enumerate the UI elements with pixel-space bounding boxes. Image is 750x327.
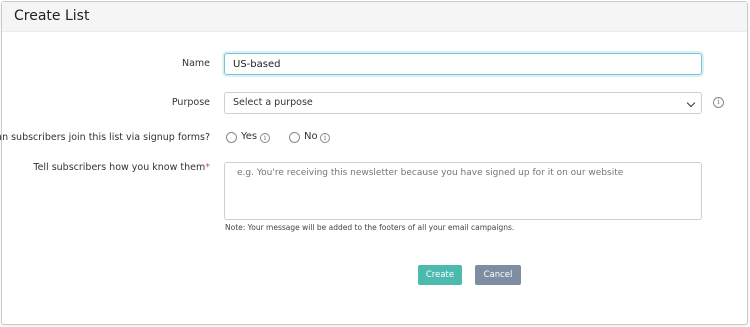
create-button[interactable]: Create xyxy=(418,265,462,285)
reminder-label-text: Tell subscribers how you know them xyxy=(33,162,206,173)
yes-info-icon[interactable]: i xyxy=(260,133,270,143)
reminder-note: Note: Your message will be added to the … xyxy=(225,223,515,232)
purpose-select[interactable]: Select a purpose xyxy=(224,92,702,114)
signup-label: Can subscribers join this list via signu… xyxy=(0,132,210,143)
required-mark: * xyxy=(205,162,210,173)
reminder-textarea[interactable] xyxy=(224,162,702,220)
reminder-label: Tell subscribers how you know them* xyxy=(33,162,210,173)
cancel-button[interactable]: Cancel xyxy=(475,265,521,285)
purpose-label: Purpose xyxy=(171,97,210,108)
info-icon[interactable]: i xyxy=(713,97,724,108)
create-list-dialog: Create List Name Purpose Select a purpos… xyxy=(0,1,748,325)
purpose-selected-value: Select a purpose xyxy=(233,97,313,108)
signup-no-label[interactable]: No xyxy=(304,131,318,142)
dialog-header: Create List xyxy=(2,2,747,32)
no-info-icon[interactable]: i xyxy=(320,133,330,143)
name-label: Name xyxy=(181,58,210,69)
dialog-title: Create List xyxy=(14,8,90,24)
name-input[interactable] xyxy=(224,53,702,75)
signup-no-radio[interactable] xyxy=(289,132,300,143)
chevron-down-icon xyxy=(686,98,696,108)
signup-yes-radio[interactable] xyxy=(226,132,237,143)
signup-yes-label[interactable]: Yes xyxy=(241,131,257,142)
